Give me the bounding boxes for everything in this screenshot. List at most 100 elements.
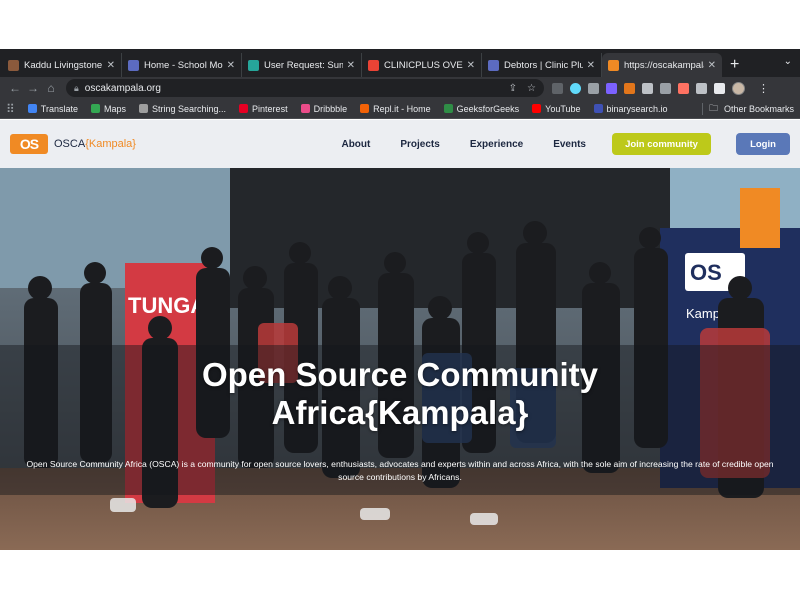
browser-tab[interactable]: https://oscakampala.org ✕ [602,53,722,77]
tab-title: Kaddu Livingstone [24,59,103,71]
hero-title-line1: Open Source Community [201,356,599,393]
bookmark-favicon-icon [593,104,603,113]
other-bookmarks[interactable]: 🗀︎ Other Bookmarks [701,101,794,117]
browser-tab[interactable]: CLINICPLUS OVERVIEW ✕ [362,53,482,77]
bookmark-item[interactable]: Translate [27,103,78,114]
logo-city: {Kampala} [85,138,136,150]
lock-icon[interactable]: 🔒︎ [74,83,79,94]
bookmark-label: Maps [103,103,126,114]
bookmark-favicon-icon [27,104,37,113]
bookmark-item[interactable]: Maps [90,103,126,114]
bookmark-label: Dribbble [313,103,348,114]
tab-favicon-icon [248,59,259,71]
tab-search-icon[interactable]: ⌄ [784,56,792,67]
new-tab-icon[interactable]: + [722,53,747,77]
login-button[interactable]: Login [736,133,790,155]
logo-prefix: OSCA [54,138,86,150]
apps-icon[interactable]: ⠿ [6,102,15,116]
address-bar[interactable]: 🔒︎ oscakampala.org ⇪ ☆ [66,79,544,97]
back-icon[interactable]: ← [6,81,24,95]
site-header: OS OSCA{Kampala} About Projects Experien… [0,120,800,168]
tab-title: Debtors | Clinic Plus UI [504,59,583,71]
logo-mark: OS [10,134,48,154]
logo-text: OSCA{Kampala} [54,138,136,150]
other-bookmarks-label: Other Bookmarks [723,103,794,114]
hero-title: Open Source Community Africa{Kampala} [0,356,800,432]
bookmark-item[interactable]: Repl.it - Home [360,104,431,114]
tab-close-icon[interactable]: ✕ [347,60,355,71]
bookmark-item[interactable]: YouTube [532,103,581,114]
bookmark-star-icon[interactable]: ☆ [527,83,536,94]
extension-icon[interactable] [642,82,653,94]
tab-favicon-icon [608,59,619,71]
tab-title: https://oscakampala.org [624,59,704,71]
bookmarks-bar: ⠿ Translate Maps String Searching... Pinter… [0,99,800,119]
bookmark-label: YouTube [545,103,581,114]
home-icon[interactable]: ⌂ [42,81,60,95]
join-community-button[interactable]: Join community [612,133,711,155]
bookmark-favicon-icon [532,104,542,113]
bookmark-label: Translate [40,103,78,114]
bookmark-favicon-icon [360,104,370,113]
tab-favicon-icon [8,59,19,71]
osca-logo[interactable]: OS OSCA{Kampala} [10,134,136,154]
divider [701,102,703,115]
bookmark-item[interactable]: Dribbble [300,103,348,114]
forward-icon[interactable]: → [24,81,42,95]
browser-tab[interactable]: Kaddu Livingstone ✕ [2,53,122,77]
browser-menu-icon[interactable]: ⋮ [758,82,769,95]
nav-experience[interactable]: Experience [470,139,523,150]
tab-close-icon[interactable]: ✕ [708,60,716,71]
bookmark-item[interactable]: binarysearch.io [593,103,668,114]
extension-icon[interactable] [552,82,563,94]
side-panel-icon[interactable] [714,82,725,94]
figma-icon[interactable] [678,82,689,94]
svg-text:OS: OS [690,260,722,285]
profile-avatar[interactable] [732,81,745,95]
bookmark-favicon-icon [90,104,100,113]
tab-title: User Request: Summary [264,59,343,71]
bookmark-favicon-icon [300,104,310,113]
extension-icon[interactable] [588,82,599,94]
extensions-area: ⋮ [552,81,769,95]
browser-tab[interactable]: Debtors | Clinic Plus UI ✕ [482,53,602,77]
share-icon[interactable]: ⇪ [509,83,517,94]
bottom-margin [0,550,800,600]
bookmark-label: Repl.it - Home [373,103,431,114]
browser-tab[interactable]: Home - School Monitor ✕ [122,53,242,77]
bookmark-favicon-icon [443,104,453,113]
tab-close-icon[interactable]: ✕ [587,60,595,71]
react-devtools-icon[interactable] [570,82,581,94]
tab-close-icon[interactable]: ✕ [107,60,115,71]
bookmark-label: String Searching... [152,103,227,114]
hero-description: Open Source Community Africa (OSCA) is a… [26,459,774,482]
bookmark-label: binarysearch.io [606,103,668,114]
nav-projects[interactable]: Projects [400,139,439,150]
bookmark-favicon-icon [139,104,148,113]
bookmark-item[interactable]: Pinterest [239,104,288,114]
browser-window: Kaddu Livingstone ✕ Home - School Monitor ✕… [0,49,800,550]
nav-events[interactable]: Events [553,139,586,150]
browser-toolbar: ← → ⌂ 🔒︎ oscakampala.org ⇪ ☆ ⋮ [0,77,800,99]
tab-title: Home - School Monitor [144,59,223,71]
extension-icon[interactable] [660,82,671,94]
tab-favicon-icon [488,59,499,71]
bookmark-label: GeeksforGeeks [456,103,520,114]
extensions-puzzle-icon[interactable] [696,82,707,94]
browser-tab[interactable]: User Request: Summary ✕ [242,53,362,77]
bookmark-favicon-icon [239,104,249,113]
extension-icon[interactable] [606,82,617,94]
metamask-icon[interactable] [624,82,635,94]
bookmark-item[interactable]: String Searching... [139,104,226,114]
bookmark-label: Pinterest [252,103,288,114]
tab-close-icon[interactable]: ✕ [467,60,475,71]
tab-close-icon[interactable]: ✕ [227,60,235,71]
address-url: oscakampala.org [84,82,161,94]
hero-title-line2: Africa{Kampala} [271,394,529,431]
main-menu: About Projects Experience Events [341,139,586,150]
folder-icon: 🗀︎ [708,102,718,113]
tab-strip: Kaddu Livingstone ✕ Home - School Monitor ✕… [0,49,800,77]
tab-favicon-icon [128,59,139,71]
nav-about[interactable]: About [341,139,370,150]
bookmark-item[interactable]: GeeksforGeeks [443,103,520,114]
